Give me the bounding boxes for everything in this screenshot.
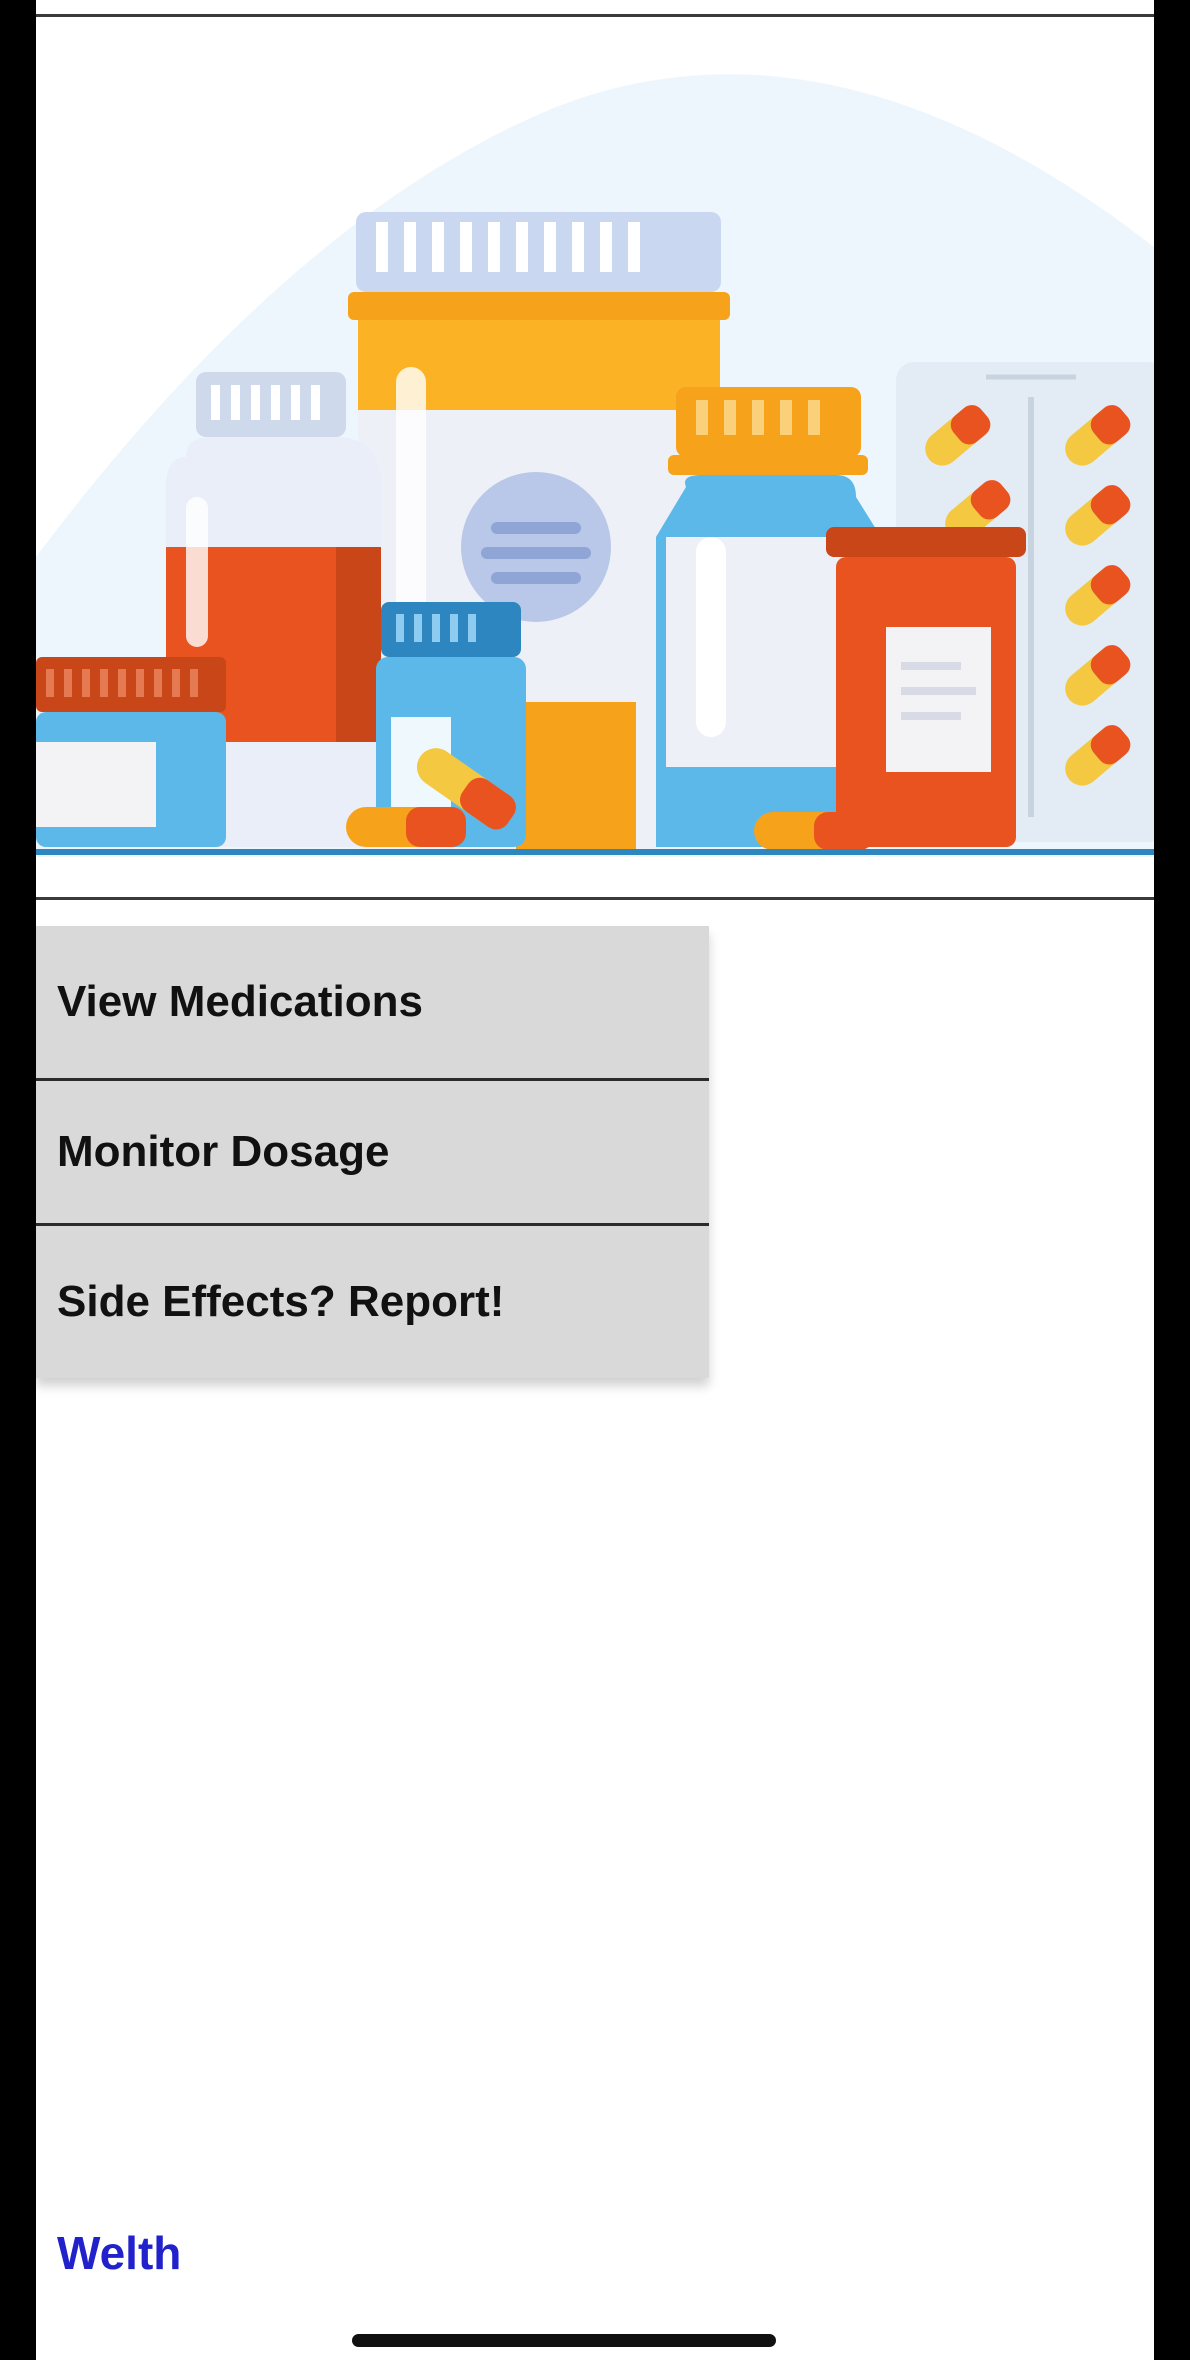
app-screen: View Medications Monitor Dosage Side Eff…	[36, 0, 1154, 2360]
hero-image	[36, 14, 1154, 900]
monitor-dosage-button[interactable]: Monitor Dosage	[36, 1078, 709, 1223]
view-medications-label: View Medications	[57, 977, 423, 1026]
monitor-dosage-label: Monitor Dosage	[57, 1127, 390, 1176]
main-menu: View Medications Monitor Dosage Side Eff…	[36, 926, 709, 1378]
left-blue-jar	[36, 657, 226, 847]
report-side-effects-label: Side Effects? Report!	[57, 1277, 505, 1326]
orange-jar	[826, 527, 1026, 847]
home-indicator[interactable]	[352, 2334, 776, 2347]
view-medications-button[interactable]: View Medications	[36, 926, 709, 1078]
brand-name: Welth	[57, 2227, 182, 2279]
report-side-effects-button[interactable]: Side Effects? Report!	[36, 1223, 709, 1378]
medicine-illustration	[36, 74, 1154, 857]
